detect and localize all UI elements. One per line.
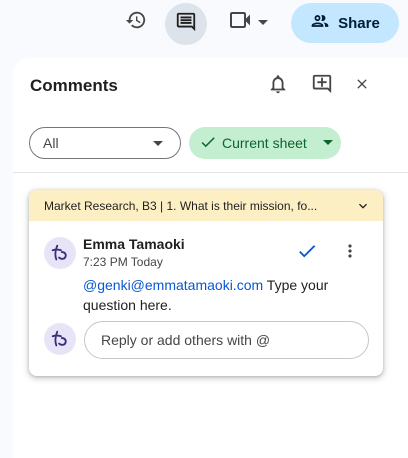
toolbar: Share: [0, 0, 408, 46]
resolve-button[interactable]: [294, 240, 320, 266]
avatar: [44, 323, 76, 355]
filter-all-label: All: [43, 135, 59, 151]
meet-button[interactable]: [222, 4, 274, 40]
comment-author: Emma Tamaoki: [83, 236, 185, 252]
filter-all-dropdown[interactable]: All: [29, 127, 181, 159]
more-options-button[interactable]: [337, 240, 363, 266]
chevron-down-icon: [258, 19, 268, 25]
bell-icon: [267, 73, 289, 100]
close-icon: [354, 76, 370, 97]
reply-input[interactable]: [84, 321, 369, 359]
chevron-down-icon: [323, 140, 333, 145]
reference-text: Market Research, B3 | 1. What is their m…: [44, 198, 318, 213]
current-sheet-filter[interactable]: Current sheet: [189, 127, 341, 159]
close-button[interactable]: [348, 72, 376, 100]
avatar: [44, 237, 76, 269]
add-comment-button[interactable]: [308, 72, 336, 100]
panel-title: Comments: [30, 76, 118, 95]
more-vert-icon: [340, 241, 360, 266]
comment-time: 7:23 PM Today: [83, 255, 163, 269]
current-sheet-label: Current sheet: [222, 135, 307, 151]
comment-card[interactable]: Market Research, B3 | 1. What is their m…: [29, 190, 383, 376]
notifications-button[interactable]: [264, 72, 292, 100]
history-icon: [125, 9, 147, 36]
divider: [13, 172, 408, 173]
mention-link[interactable]: @genki@emmatamaoki.com: [83, 277, 263, 293]
comments-button[interactable]: [165, 3, 207, 45]
add-comment-icon: [311, 73, 333, 100]
chevron-down-icon[interactable]: [355, 198, 371, 217]
check-icon: [199, 133, 217, 154]
comment-reference[interactable]: Market Research, B3 | 1. What is their m…: [29, 190, 383, 221]
comments-panel: Comments All Current sheet Market Resear…: [13, 58, 408, 458]
history-button[interactable]: [118, 4, 154, 40]
share-button[interactable]: Share: [291, 3, 399, 43]
check-icon: [296, 240, 318, 267]
chevron-down-icon: [153, 141, 163, 146]
people-icon: [310, 11, 330, 35]
comments-icon: [175, 11, 197, 38]
panel-header: Comments: [13, 58, 408, 114]
filter-bar: All Current sheet: [13, 126, 408, 160]
comment-body: @genki@emmatamaoki.com Type your questio…: [83, 275, 353, 315]
share-label: Share: [338, 14, 380, 32]
video-camera-icon: [228, 8, 252, 37]
